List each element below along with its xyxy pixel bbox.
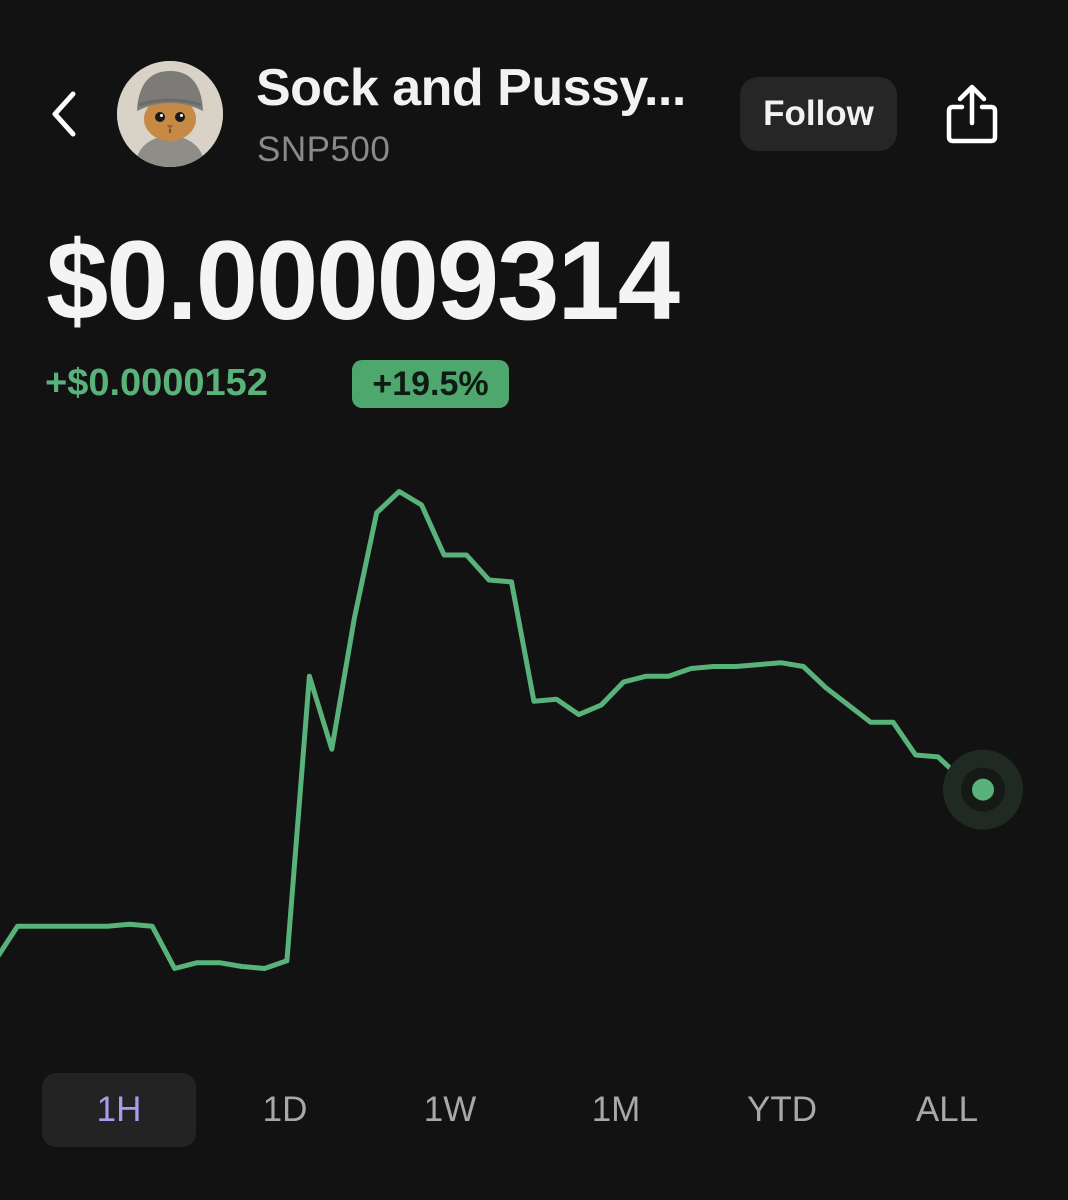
time-range-tab-1m[interactable]: 1M bbox=[539, 1073, 693, 1147]
current-point-dot bbox=[972, 778, 994, 801]
token-symbol: SNP500 bbox=[257, 130, 391, 169]
price-chart[interactable] bbox=[0, 440, 1068, 1060]
token-avatar bbox=[117, 61, 223, 167]
time-range-tab-all[interactable]: ALL bbox=[870, 1073, 1024, 1147]
share-button[interactable] bbox=[938, 76, 1006, 152]
back-button[interactable] bbox=[40, 86, 88, 142]
price-change-percent-badge: +19.5% bbox=[352, 360, 509, 408]
time-range-tab-1h[interactable]: 1H bbox=[42, 1073, 196, 1147]
time-range-tab-ytd[interactable]: YTD bbox=[705, 1073, 859, 1147]
chevron-left-icon bbox=[52, 91, 76, 137]
current-price: $0.00009314 bbox=[46, 218, 680, 343]
price-change-amount: +$0.0000152 bbox=[45, 362, 268, 404]
time-range-tab-1w[interactable]: 1W bbox=[373, 1073, 527, 1147]
price-line bbox=[0, 489, 986, 971]
cat-avatar-icon bbox=[117, 61, 223, 167]
follow-button[interactable]: Follow bbox=[740, 77, 897, 151]
share-icon bbox=[946, 84, 998, 144]
time-range-selector: 1H 1D 1W 1M YTD ALL bbox=[0, 1073, 1068, 1148]
token-name: Sock and Pussy... bbox=[256, 59, 686, 117]
time-range-tab-1d[interactable]: 1D bbox=[208, 1073, 362, 1147]
